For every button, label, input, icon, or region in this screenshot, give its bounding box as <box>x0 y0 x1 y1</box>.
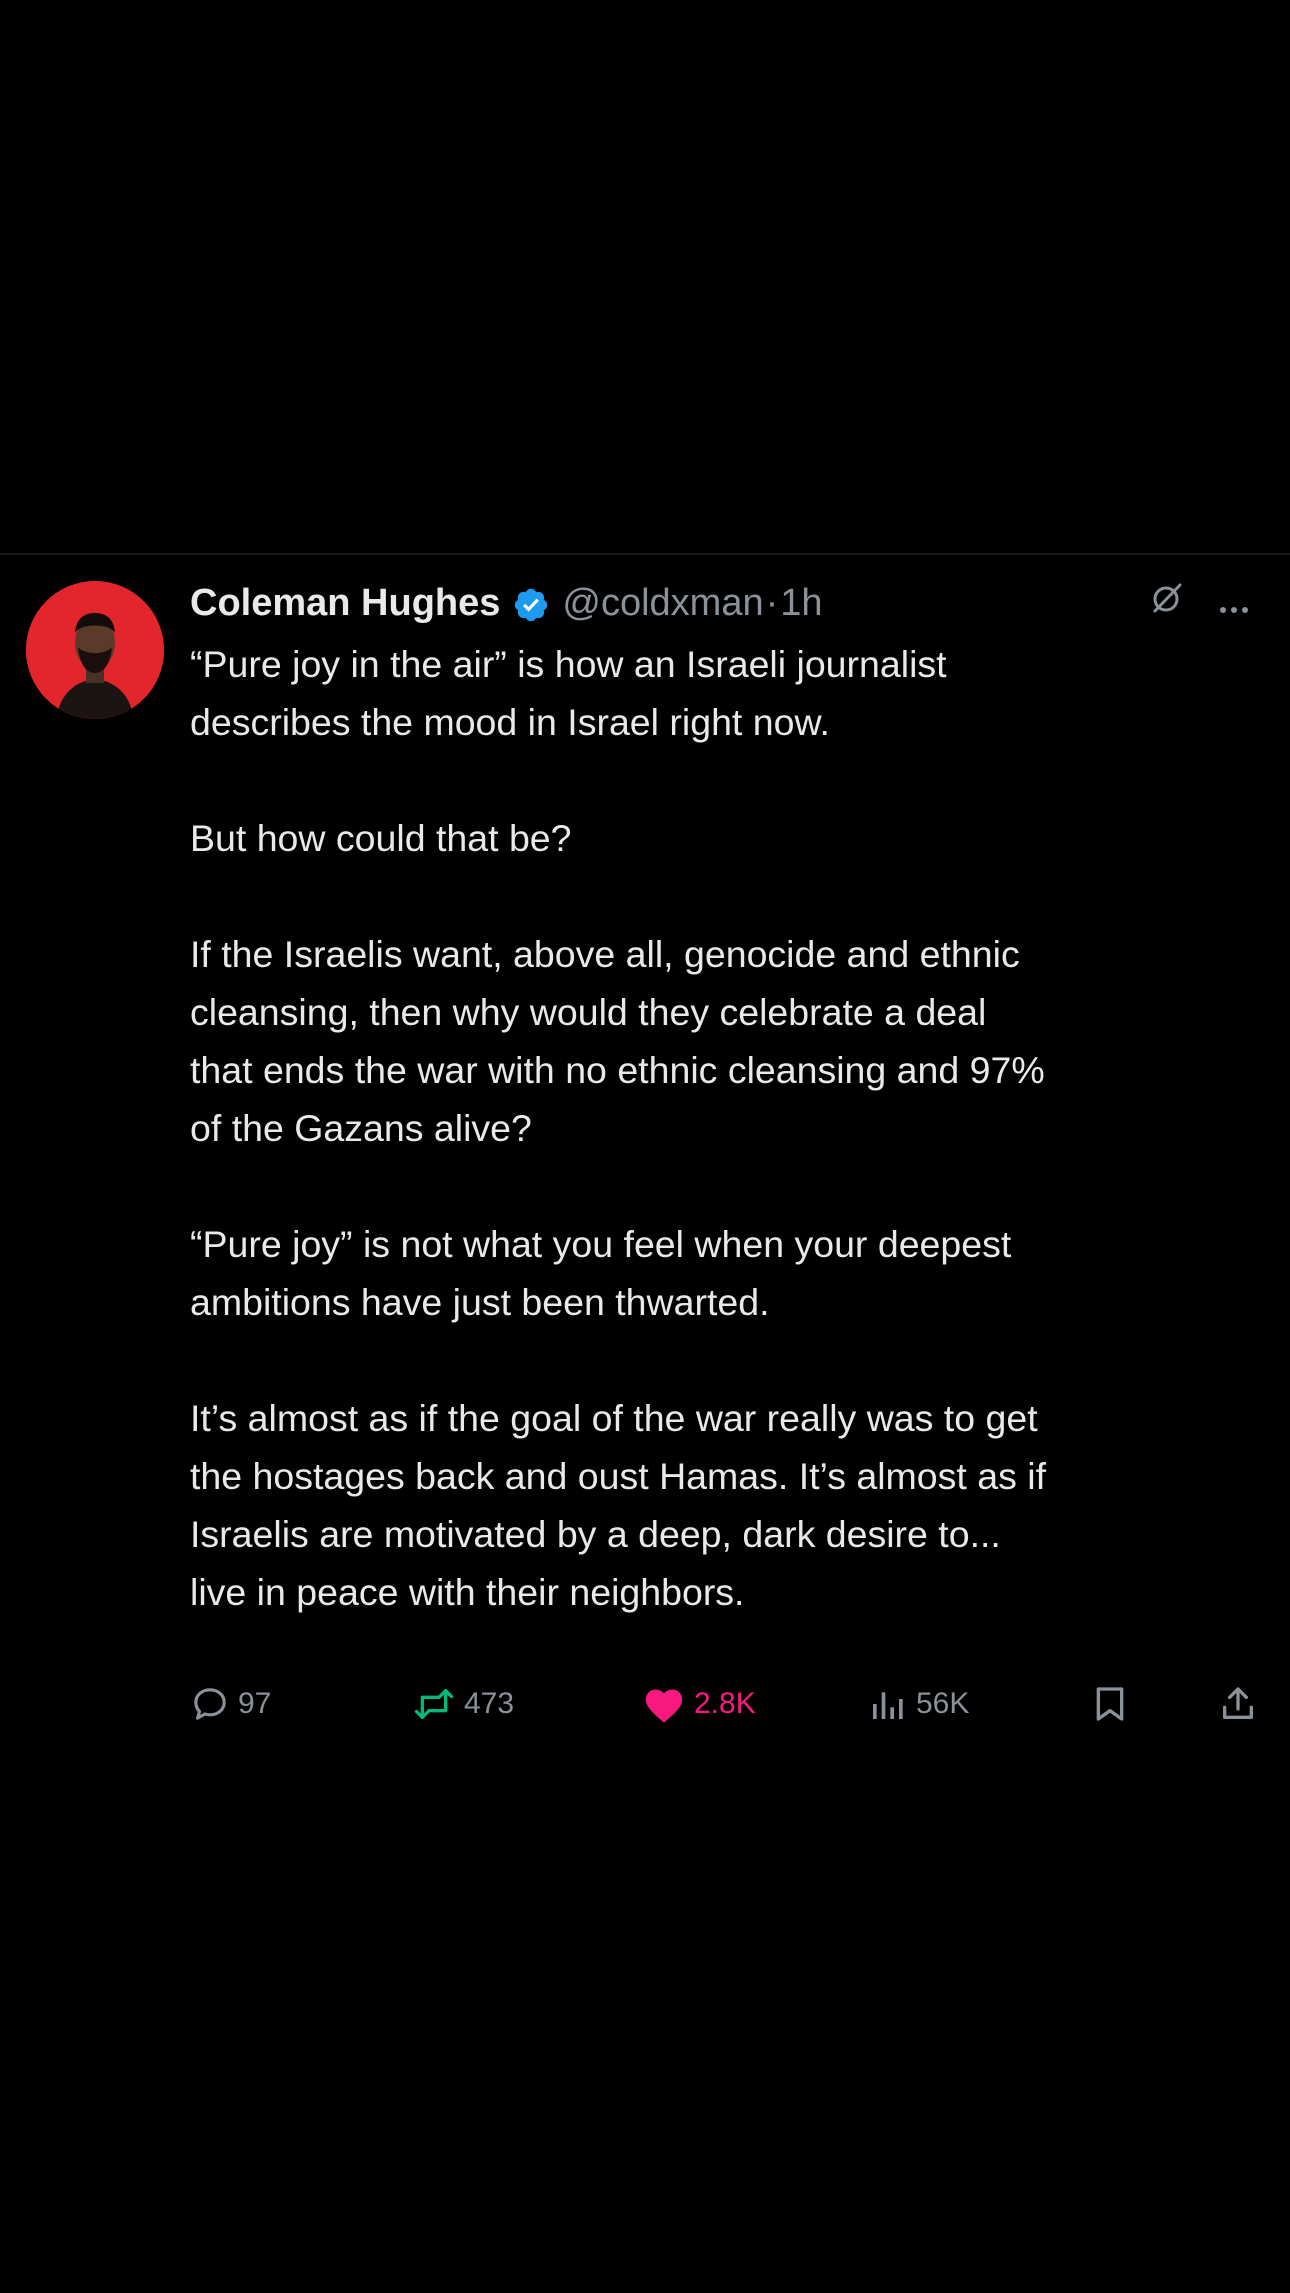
bookmark-icon <box>1096 1687 1124 1721</box>
display-name[interactable]: Coleman Hughes <box>190 575 500 631</box>
like-count: 2.8K <box>694 1687 756 1720</box>
grok-icon[interactable] <box>1150 575 1184 631</box>
heart-icon <box>645 1689 683 1723</box>
tweet-paragraph: “Pure joy” is not what you feel when you… <box>190 1223 1012 1323</box>
reply-icon <box>194 1688 226 1720</box>
tweet[interactable]: Coleman Hughes @coldxman · 1h “Pure joy … <box>0 553 1290 1745</box>
tweet-paragraph: But how could that be? <box>190 817 572 859</box>
tweet-paragraph: “Pure joy in the air” is how an Israeli … <box>190 643 947 743</box>
views-count: 56K <box>916 1687 970 1720</box>
retweet-icon <box>414 1689 454 1719</box>
more-icon[interactable] <box>1218 575 1250 631</box>
separator-dot: · <box>765 582 779 624</box>
tweet-actions: 97 473 2.8K 56K <box>190 1678 1270 1730</box>
reply-button[interactable]: 97 <box>190 1678 271 1730</box>
avatar[interactable] <box>26 581 164 719</box>
repost-count: 473 <box>464 1687 515 1720</box>
verified-badge-icon <box>512 584 550 622</box>
share-button[interactable] <box>1218 1678 1258 1730</box>
tweet-paragraph: If the Israelis want, above all, genocid… <box>190 933 1045 1149</box>
views-icon <box>873 1692 903 1719</box>
tweet-paragraph: It’s almost as if the goal of the war re… <box>190 1397 1046 1613</box>
repost-button[interactable]: 473 <box>412 1678 514 1730</box>
like-button[interactable]: 2.8K <box>642 1678 756 1730</box>
share-icon <box>1223 1687 1253 1719</box>
timestamp[interactable]: 1h <box>780 575 822 631</box>
tweet-header: Coleman Hughes @coldxman · 1h <box>190 575 1250 631</box>
handle[interactable]: @coldxman <box>562 575 763 631</box>
tweet-text: “Pure joy in the air” is how an Israeli … <box>190 635 1270 1621</box>
header-actions <box>1150 575 1250 631</box>
reply-count: 97 <box>238 1687 272 1720</box>
views-button[interactable]: 56K <box>868 1678 969 1730</box>
bookmark-button[interactable] <box>1090 1678 1130 1730</box>
avatar-image <box>26 581 164 719</box>
